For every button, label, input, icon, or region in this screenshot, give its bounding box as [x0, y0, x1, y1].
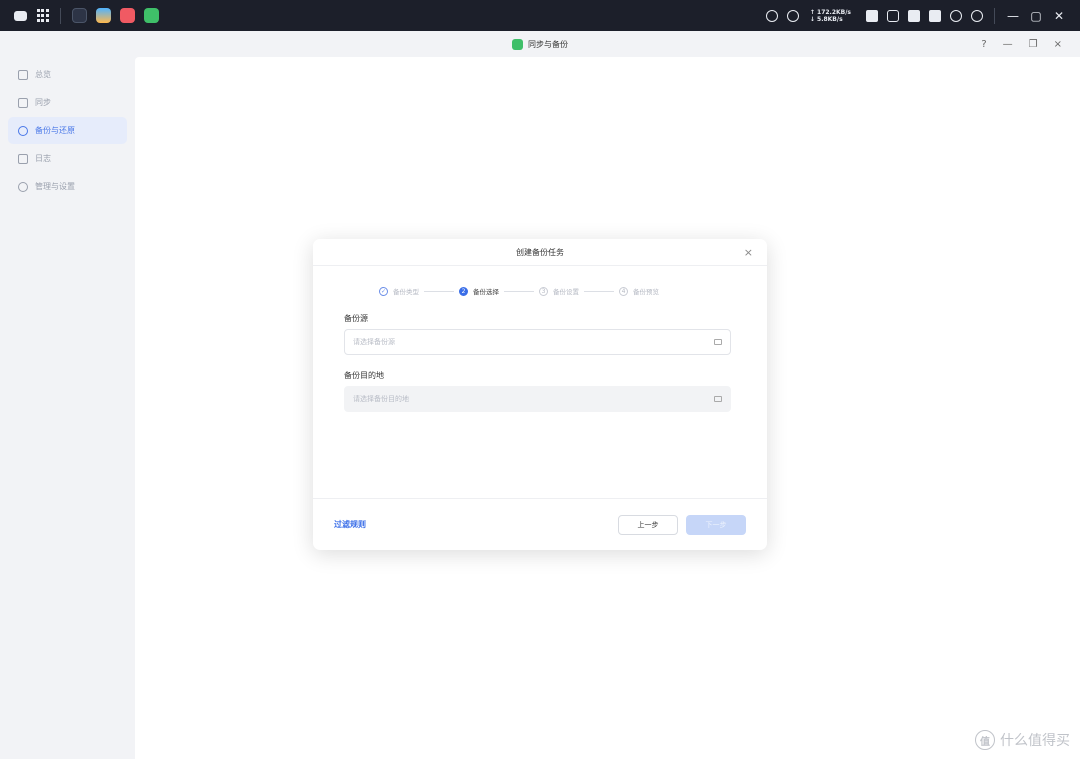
step-number-icon: 4	[619, 286, 628, 296]
monitor-icon[interactable]	[887, 9, 899, 22]
search-icon[interactable]	[950, 9, 962, 22]
backup-source-label: 备份源	[344, 314, 368, 323]
step-indicator: ✓ 备份类型 2 备份选择 3 备份设置 4 备份预览	[379, 286, 659, 296]
close-icon[interactable]: ✕	[1052, 9, 1066, 23]
step-backup-settings: 3 备份设置	[539, 286, 579, 296]
dialog-header: 创建备份任务 ×	[313, 239, 767, 266]
system-taskbar: ↑ 172.2KB/s ↓ 5.8KB/s — ▢ ✕	[0, 0, 1080, 31]
dialog-title: 创建备份任务	[516, 247, 564, 257]
next-step-button[interactable]: 下一步	[686, 514, 746, 535]
window-minimize-button[interactable]: —	[1003, 39, 1013, 50]
create-backup-dialog: 创建备份任务 × ✓ 备份类型 2 备份选择 3 备份设置 4 备份预览 备份源…	[313, 239, 767, 550]
sidebar-item-label: 管理与设置	[35, 182, 75, 191]
step-label: 备份设置	[553, 288, 579, 296]
step-backup-selection: 2 备份选择	[459, 286, 499, 296]
sync-backup-app-icon[interactable]	[144, 8, 159, 23]
sync-icon	[18, 97, 28, 108]
backup-source-input[interactable]: 请选择备份源	[344, 329, 731, 355]
window-titlebar: 同步与备份 ? — ❐ ×	[0, 31, 1080, 57]
watermark-text: 什么值得买	[1000, 733, 1070, 749]
window-title: 同步与备份	[528, 39, 568, 49]
backup-target-label: 备份目的地	[344, 371, 384, 380]
watermark-logo-icon: 值	[975, 730, 995, 750]
step-label: 备份选择	[473, 288, 499, 296]
folder-icon[interactable]	[714, 396, 722, 402]
step-connector	[504, 290, 534, 292]
user-icon[interactable]	[971, 9, 983, 22]
window-restore-button[interactable]: ❐	[1029, 39, 1038, 50]
step-connector	[424, 290, 454, 292]
backup-source-placeholder: 请选择备份源	[353, 338, 395, 346]
taskbar-divider	[60, 7, 61, 24]
step-label: 备份预览	[633, 288, 659, 296]
backup-target-input[interactable]: 请选择备份目的地	[344, 386, 731, 412]
previous-step-button[interactable]: 上一步	[618, 514, 678, 535]
step-backup-preview: 4 备份预览	[619, 286, 659, 296]
notification-icon[interactable]	[929, 9, 941, 22]
sidebar-item-label: 备份与还原	[35, 126, 75, 135]
step-label: 备份类型	[393, 288, 419, 296]
message-icon[interactable]	[14, 10, 27, 21]
folder-icon[interactable]	[714, 339, 722, 345]
step-number-icon: 2	[459, 286, 468, 296]
dialog-footer: 过滤规则 上一步 下一步	[313, 498, 767, 550]
storage-icon[interactable]	[866, 9, 878, 22]
cloud-status-icon[interactable]	[765, 9, 778, 22]
backup-target-placeholder: 请选择备份目的地	[353, 395, 409, 403]
sidebar-item-label: 日志	[35, 154, 51, 163]
watermark: 值 什么值得买	[975, 730, 1070, 750]
network-status-icon[interactable]	[786, 9, 799, 22]
sidebar-item-settings[interactable]: 管理与设置	[8, 173, 127, 200]
sidebar-item-backup-restore[interactable]: 备份与还原	[8, 117, 127, 144]
sidebar-item-label: 总览	[35, 70, 51, 79]
sidebar-item-sync[interactable]: 同步	[8, 89, 127, 116]
photos-app-icon[interactable]	[96, 8, 111, 23]
sync-backup-icon	[512, 38, 523, 50]
log-icon	[18, 153, 28, 164]
task-list-icon[interactable]	[908, 9, 920, 22]
taskbar-divider	[994, 7, 995, 24]
sidebar-item-logs[interactable]: 日志	[8, 145, 127, 172]
maximize-icon[interactable]: ▢	[1029, 9, 1043, 23]
settings-icon	[18, 181, 28, 192]
dashboard-icon	[18, 69, 28, 80]
media-app-icon[interactable]	[120, 8, 135, 23]
check-icon: ✓	[379, 286, 388, 296]
dialog-close-icon[interactable]: ×	[744, 246, 753, 259]
sidebar-item-overview[interactable]: 总览	[8, 61, 127, 88]
sidebar: 总览 同步 备份与还原 日志 管理与设置	[0, 57, 135, 759]
help-button[interactable]: ?	[981, 39, 986, 50]
window-close-button[interactable]: ×	[1054, 39, 1062, 50]
sidebar-item-label: 同步	[35, 98, 51, 107]
backup-icon	[18, 125, 28, 136]
download-speed: ↓ 5.8KB/s	[809, 15, 843, 23]
step-number-icon: 3	[539, 286, 548, 296]
filter-rules-link[interactable]: 过滤规则	[334, 519, 366, 530]
network-speed: ↑ 172.2KB/s ↓ 5.8KB/s	[810, 9, 851, 23]
step-backup-type: ✓ 备份类型	[379, 286, 419, 296]
step-connector	[584, 290, 614, 292]
minimize-all-icon[interactable]: —	[1006, 9, 1020, 23]
upload-speed: ↑ 172.2KB/s	[809, 8, 851, 16]
terminal-app-icon[interactable]	[72, 8, 87, 23]
app-grid-icon[interactable]	[36, 9, 49, 22]
